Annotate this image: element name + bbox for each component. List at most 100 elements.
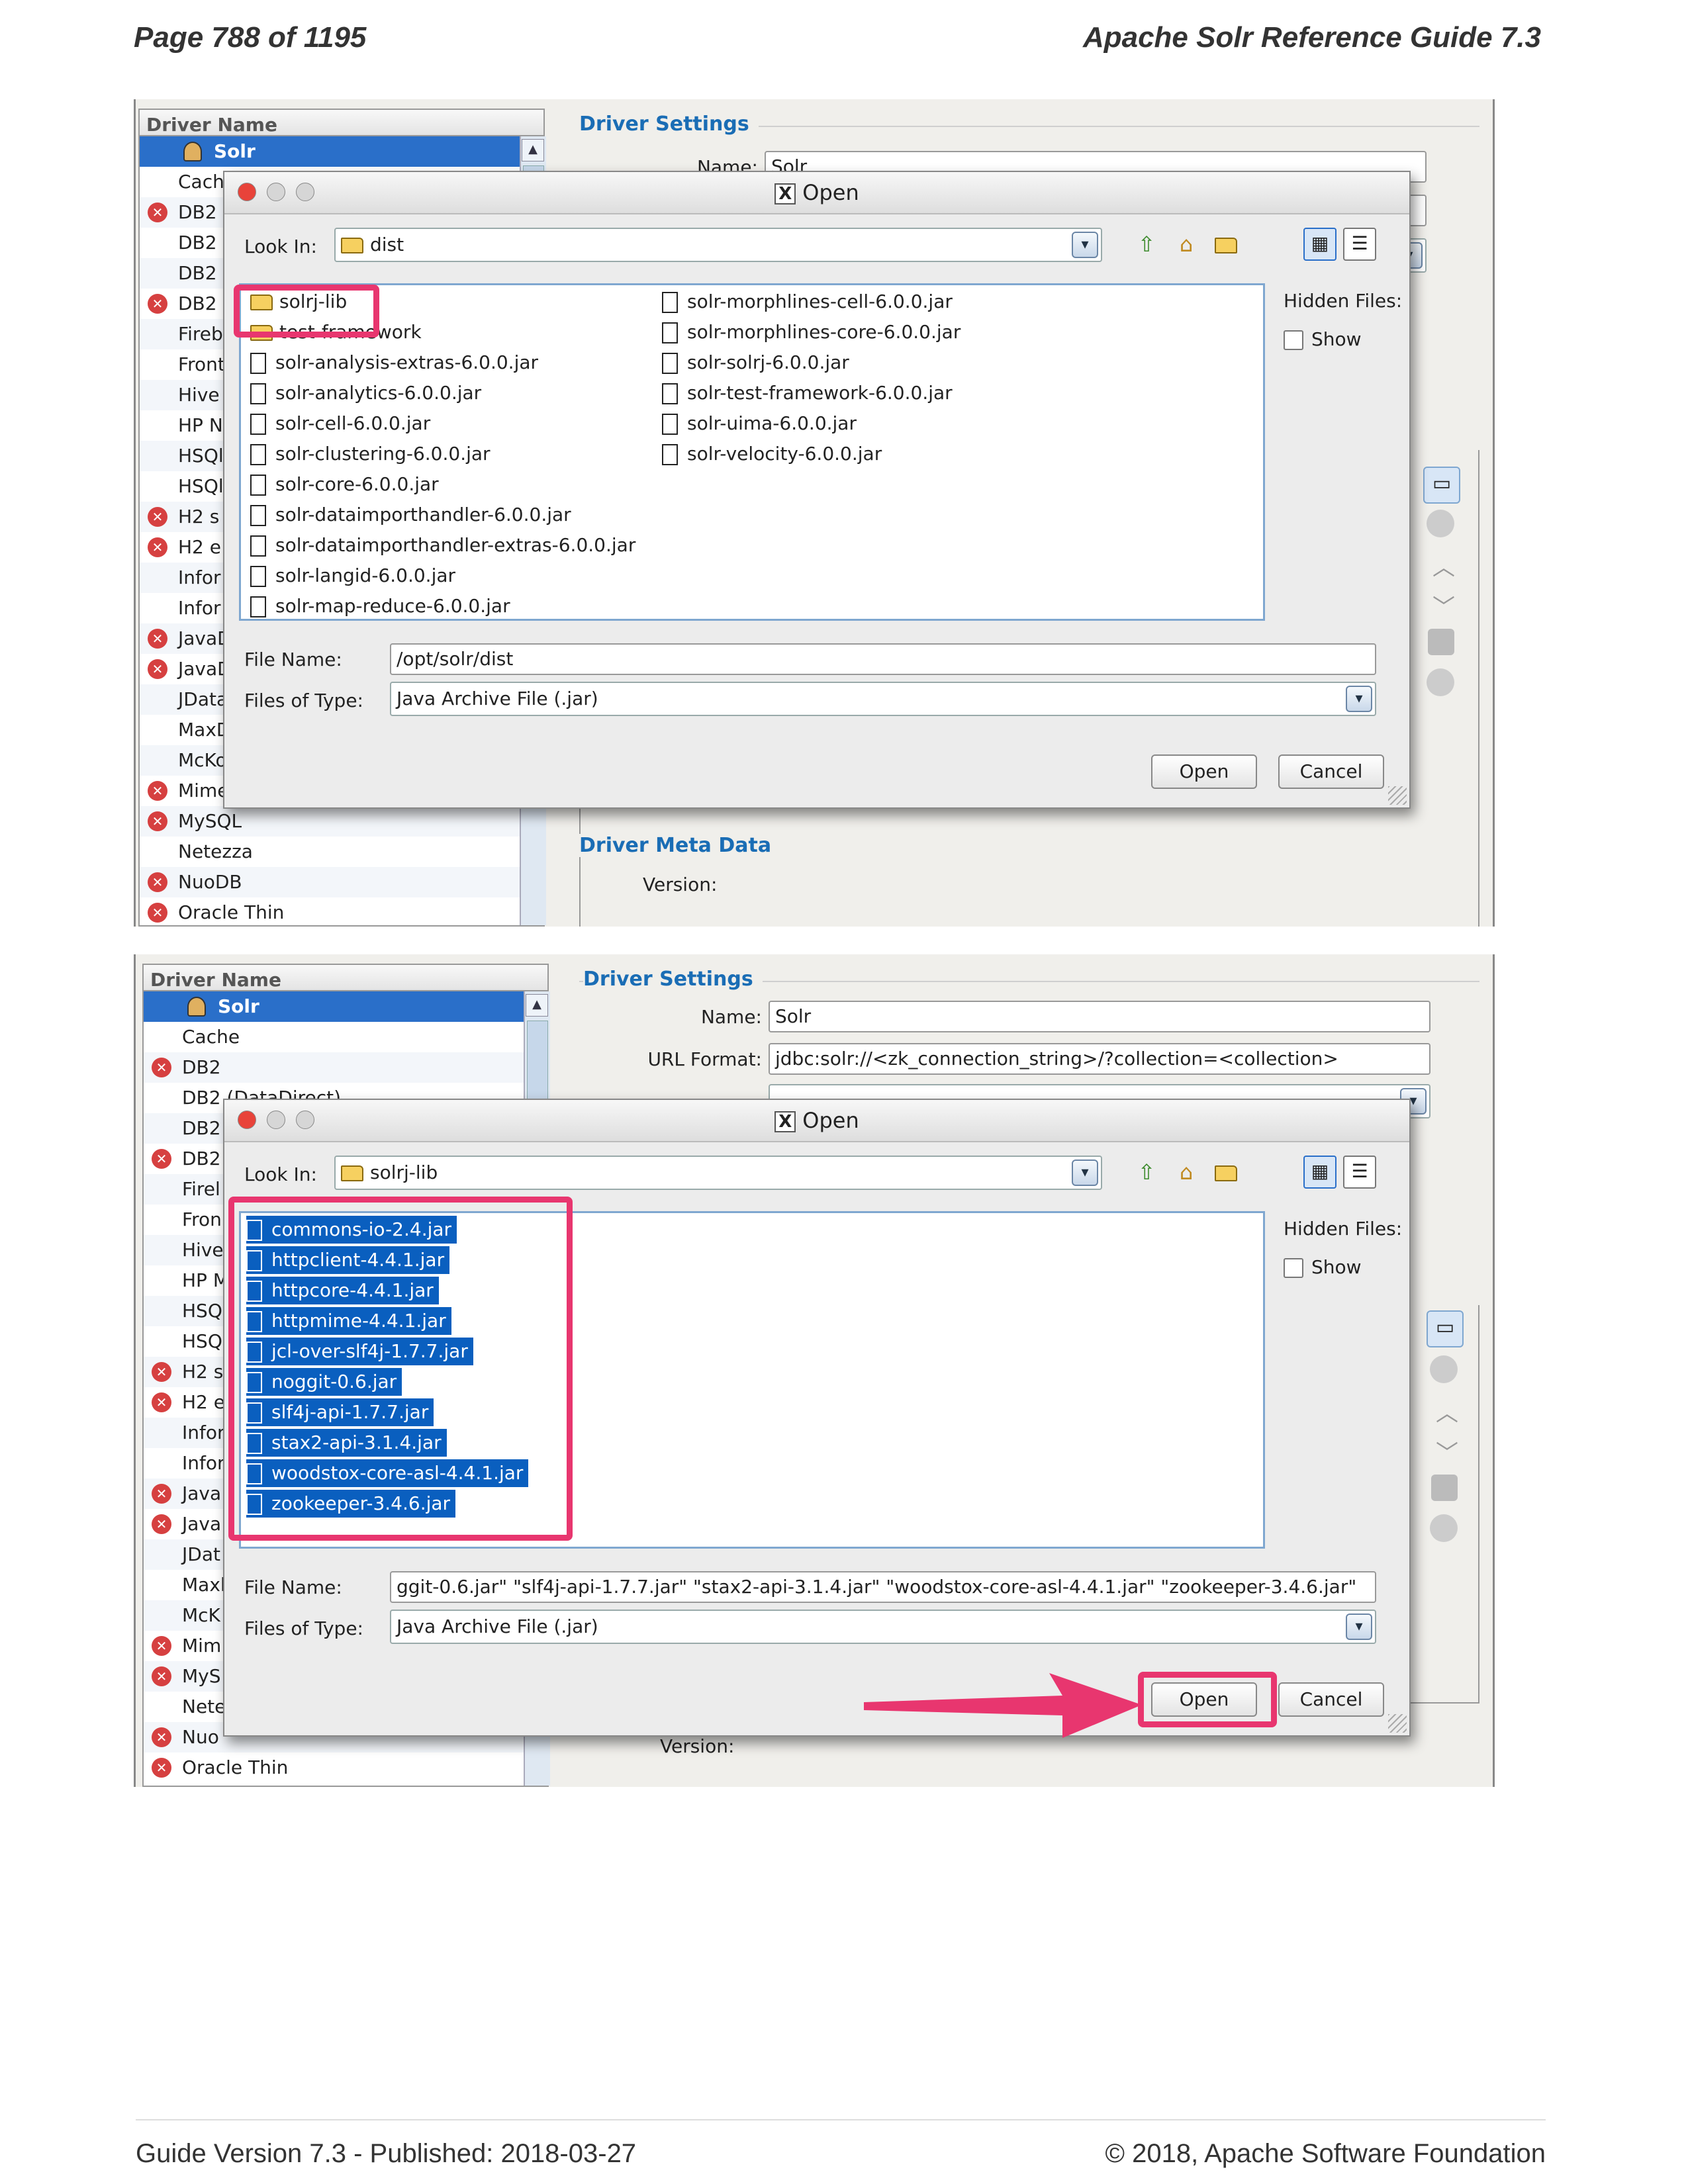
files-of-type-combo[interactable]: Java Archive File (.jar) ▾: [390, 1610, 1376, 1644]
file-name-input[interactable]: ggit-0.6.jar" "slf4j-api-1.7.7.jar" "sta…: [390, 1571, 1376, 1603]
name-label: Name:: [700, 1006, 762, 1028]
details-view-icon[interactable]: ☰: [1343, 1156, 1376, 1189]
stop-icon[interactable]: [1430, 1514, 1458, 1542]
remove-icon[interactable]: [1427, 510, 1454, 537]
error-icon: ✕: [148, 872, 167, 892]
driver-list-item[interactable]: Solr: [144, 991, 547, 1022]
files-of-type-combo[interactable]: Java Archive File (.jar) ▾: [390, 682, 1376, 716]
add-folder-icon[interactable]: ▭: [1427, 1310, 1464, 1347]
url-format-field[interactable]: jdbc:solr://<zk_connection_string>/?coll…: [769, 1043, 1430, 1075]
file-item[interactable]: solr-cell-6.0.0.jar: [250, 410, 430, 437]
look-in-combo[interactable]: dist ▾: [334, 228, 1102, 262]
list-view-icon[interactable]: ▦: [1303, 228, 1336, 261]
stop-icon[interactable]: [1427, 668, 1454, 696]
move-up-icon[interactable]: ︿: [1427, 549, 1461, 584]
file-item[interactable]: solr-morphlines-cell-6.0.0.jar: [662, 288, 953, 316]
file-item[interactable]: solr-dataimporthandler-extras-6.0.0.jar: [250, 531, 635, 559]
file-item[interactable]: solr-velocity-6.0.0.jar: [662, 440, 882, 468]
details-view-icon[interactable]: ☰: [1343, 228, 1376, 261]
file-item[interactable]: solr-dataimporthandler-6.0.0.jar: [250, 501, 571, 529]
open-button[interactable]: Open: [1151, 754, 1257, 789]
file-item[interactable]: solr-clustering-6.0.0.jar: [250, 440, 491, 468]
driver-list-item[interactable]: ✕ DB2: [144, 1052, 547, 1083]
resize-grip[interactable]: [1388, 786, 1407, 805]
version-label: Version:: [660, 1735, 735, 1757]
chevron-down-icon[interactable]: ▾: [1346, 1614, 1372, 1640]
file-list[interactable]: solrj-lib test-framework solr-analysis-ext…: [239, 283, 1265, 621]
driver-label: Java: [182, 1482, 222, 1504]
driver-list-item[interactable]: Cache: [144, 1022, 547, 1052]
driver-list-item[interactable]: ✕ Oracle Thin: [144, 1752, 547, 1783]
list-drivers-icon[interactable]: [1428, 629, 1454, 655]
driver-label: McK: [182, 1604, 220, 1626]
driver-name-column-header[interactable]: Driver Name: [144, 965, 547, 991]
move-down-icon[interactable]: ﹀: [1427, 589, 1461, 623]
footer-rule: [136, 2119, 1546, 2120]
error-icon: ✕: [148, 203, 167, 222]
driver-label: Front: [178, 353, 225, 375]
home-icon[interactable]: ⌂: [1171, 1157, 1201, 1187]
file-name: solr-dataimporthandler-extras-6.0.0.jar: [275, 534, 636, 556]
name-field[interactable]: Solr: [769, 1001, 1430, 1032]
driver-label: DB2: [182, 1148, 221, 1169]
dialog-titlebar[interactable]: X Open: [224, 1100, 1409, 1142]
user-driver-icon: [187, 997, 206, 1017]
file-item[interactable]: solr-analysis-extras-6.0.0.jar: [250, 349, 538, 377]
resize-grip[interactable]: [1388, 1714, 1407, 1733]
page-header-left: Page 788 of 1195: [134, 21, 367, 54]
chevron-down-icon[interactable]: ▾: [1072, 232, 1098, 258]
cancel-button[interactable]: Cancel: [1278, 1682, 1384, 1717]
file-item[interactable]: solr-core-6.0.0.jar: [250, 471, 439, 498]
remove-icon[interactable]: [1430, 1355, 1458, 1383]
scroll-up-icon[interactable]: ▲: [522, 139, 544, 161]
file-item[interactable]: solr-uima-6.0.0.jar: [662, 410, 857, 437]
file-name-input[interactable]: /opt/solr/dist: [390, 643, 1376, 675]
driver-list-item[interactable]: ✕ Oracle Thin: [140, 897, 543, 927]
chevron-down-icon[interactable]: ▾: [1072, 1160, 1098, 1186]
chevron-down-icon[interactable]: ▾: [1346, 686, 1372, 712]
move-up-icon[interactable]: ︿: [1430, 1395, 1464, 1430]
list-drivers-icon[interactable]: [1431, 1475, 1458, 1501]
new-folder-icon[interactable]: [1211, 229, 1241, 259]
scroll-thumb[interactable]: [527, 1021, 548, 1101]
cancel-button[interactable]: Cancel: [1278, 754, 1384, 789]
file-item[interactable]: solr-test-framework-6.0.0.jar: [662, 379, 953, 407]
move-down-icon[interactable]: ﹀: [1430, 1435, 1464, 1469]
folder-icon: [341, 1165, 363, 1181]
file-name: solr-core-6.0.0.jar: [275, 473, 439, 495]
file-item[interactable]: solr-solrj-6.0.0.jar: [662, 349, 849, 377]
file-item[interactable]: solr-analytics-6.0.0.jar: [250, 379, 481, 407]
look-in-combo[interactable]: solrj-lib ▾: [334, 1156, 1102, 1190]
dialog-titlebar[interactable]: X Open: [224, 172, 1409, 214]
driver-label: JData: [178, 688, 228, 710]
new-folder-icon[interactable]: [1211, 1157, 1241, 1187]
checkbox-icon[interactable]: [1284, 1258, 1303, 1278]
driver-label: Nuo: [182, 1726, 219, 1748]
up-folder-icon[interactable]: ⇧: [1131, 1157, 1162, 1187]
error-icon: ✕: [152, 1058, 171, 1077]
driver-label: JDat: [182, 1543, 220, 1565]
driver-name-column-header[interactable]: Driver Name: [140, 110, 543, 136]
file-item[interactable]: solr-map-reduce-6.0.0.jar: [250, 592, 510, 620]
list-view-icon[interactable]: ▦: [1303, 1156, 1336, 1189]
checkbox-icon[interactable]: [1284, 330, 1303, 350]
home-icon[interactable]: ⌂: [1171, 229, 1201, 259]
file-name: solr-velocity-6.0.0.jar: [687, 443, 882, 465]
file-item[interactable]: solr-langid-6.0.0.jar: [250, 562, 455, 590]
file-name: solr-solrj-6.0.0.jar: [687, 351, 849, 373]
file-icon: [250, 383, 266, 404]
up-folder-icon[interactable]: ⇧: [1131, 229, 1162, 259]
driver-list-item[interactable]: Netezza: [140, 837, 543, 867]
file-item[interactable]: solr-morphlines-core-6.0.0.jar: [662, 318, 961, 346]
show-hidden-checkbox[interactable]: Show: [1284, 328, 1362, 350]
scroll-up-icon[interactable]: ▲: [526, 994, 548, 1017]
driver-list-item[interactable]: Solr: [140, 136, 543, 167]
look-in-label: Look In:: [244, 236, 317, 257]
driver-list-item[interactable]: ✕ NuoDB: [140, 867, 543, 897]
driver-list-item[interactable]: ✕ MySQL: [140, 806, 543, 837]
user-driver-icon: [183, 142, 202, 161]
file-name: solr-langid-6.0.0.jar: [275, 565, 456, 586]
driver-label: HSQ: [182, 1330, 222, 1352]
add-folder-icon[interactable]: ▭: [1423, 467, 1460, 504]
show-hidden-checkbox[interactable]: Show: [1284, 1256, 1362, 1278]
